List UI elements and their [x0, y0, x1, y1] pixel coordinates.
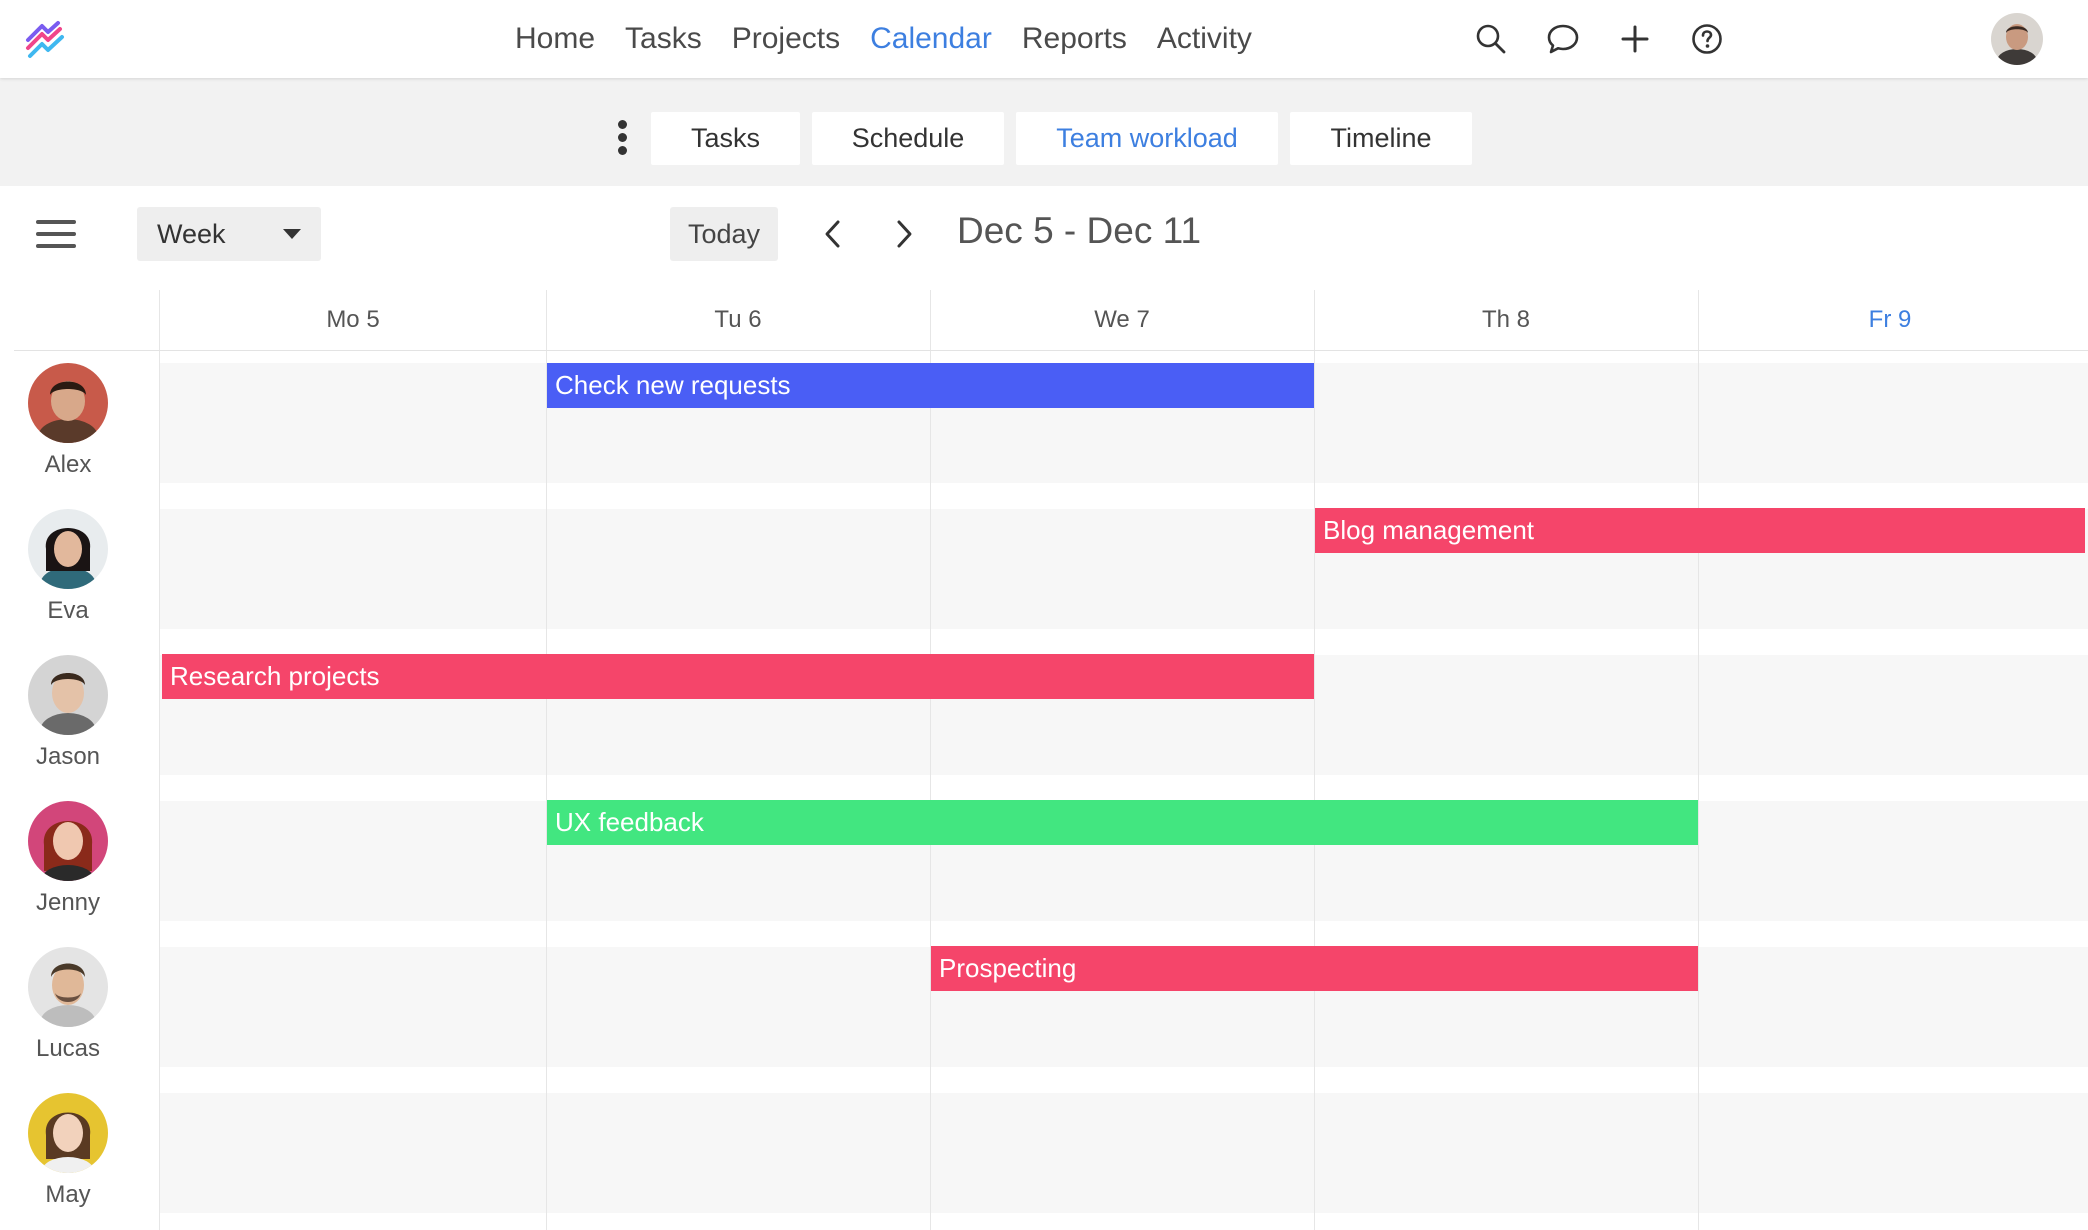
- person-alex[interactable]: Alex: [14, 363, 122, 479]
- workload-grid: Mo 5 Tu 6 We 7 Th 8 Fr 9 Alex Eva Jason …: [0, 290, 2088, 1230]
- person-jason[interactable]: Jason: [14, 655, 122, 771]
- task-bar-blog-management[interactable]: Blog management: [1315, 508, 2085, 553]
- nav-home[interactable]: Home: [500, 22, 610, 56]
- avatar: [28, 947, 108, 1027]
- search-icon[interactable]: [1470, 18, 1512, 60]
- menu-icon[interactable]: [36, 220, 76, 250]
- person-name: Jason: [35, 743, 101, 770]
- avatar: [28, 1093, 108, 1173]
- view-tabs: Tasks Schedule Team workload Timeline: [651, 112, 1472, 165]
- day-header-th: Th 8: [1481, 306, 1531, 333]
- user-avatar[interactable]: [1991, 13, 2043, 65]
- help-circle-icon[interactable]: [1686, 18, 1728, 60]
- today-button[interactable]: Today: [670, 207, 778, 261]
- avatar: [28, 363, 108, 443]
- nav-projects[interactable]: Projects: [717, 22, 855, 56]
- task-bar-ux-feedback[interactable]: UX feedback: [547, 800, 1698, 845]
- task-bar-check-new-requests[interactable]: Check new requests: [547, 363, 1314, 408]
- task-bar-prospecting[interactable]: Prospecting: [931, 946, 1698, 991]
- header-divider: [14, 350, 2088, 351]
- nav-calendar[interactable]: Calendar: [855, 22, 1007, 56]
- top-actions: [1470, 18, 1728, 60]
- top-navigation-bar: Home Tasks Projects Calendar Reports Act…: [0, 0, 2088, 78]
- person-jenny[interactable]: Jenny: [14, 801, 122, 917]
- tab-team-workload[interactable]: Team workload: [1016, 112, 1278, 165]
- person-name: Alex: [44, 451, 92, 478]
- day-header-mo: Mo 5: [326, 306, 380, 333]
- avatar: [28, 655, 108, 735]
- tab-tasks[interactable]: Tasks: [651, 112, 800, 165]
- nav-tasks[interactable]: Tasks: [610, 22, 717, 56]
- main-nav: Home Tasks Projects Calendar Reports Act…: [500, 0, 1267, 78]
- person-name: Lucas: [35, 1035, 101, 1062]
- column-divider: [159, 290, 160, 1230]
- tab-timeline[interactable]: Timeline: [1290, 112, 1472, 165]
- previous-week-icon[interactable]: [813, 214, 853, 254]
- day-header-fr: Fr 9: [1868, 306, 1912, 333]
- nav-activity[interactable]: Activity: [1142, 22, 1267, 56]
- person-may[interactable]: May: [14, 1093, 122, 1209]
- view-range-value: Week: [157, 218, 226, 249]
- avatar: [28, 509, 108, 589]
- day-header-tu: Tu 6: [714, 306, 762, 333]
- more-options-icon[interactable]: [610, 120, 634, 160]
- person-name: Jenny: [35, 889, 101, 916]
- view-range-select[interactable]: Week: [137, 207, 321, 261]
- person-name: Eva: [47, 597, 89, 624]
- person-name: May: [45, 1181, 91, 1208]
- day-header-we: We 7: [1094, 306, 1150, 333]
- app-logo-icon[interactable]: [24, 20, 66, 60]
- person-eva[interactable]: Eva: [14, 509, 122, 625]
- column-divider: [930, 290, 931, 1230]
- date-range-label: Dec 5 - Dec 11: [957, 210, 1202, 251]
- column-divider: [546, 290, 547, 1230]
- column-divider: [1698, 290, 1699, 1230]
- task-bar-research-projects[interactable]: Research projects: [162, 654, 1314, 699]
- column-divider: [1314, 290, 1315, 1230]
- avatar: [28, 801, 108, 881]
- nav-reports[interactable]: Reports: [1007, 22, 1142, 56]
- caret-down-icon: [283, 229, 301, 239]
- chat-bubble-icon[interactable]: [1542, 18, 1584, 60]
- tab-schedule[interactable]: Schedule: [812, 112, 1004, 165]
- person-lucas[interactable]: Lucas: [14, 947, 122, 1063]
- next-week-icon[interactable]: [884, 214, 924, 254]
- view-tabs-bar: Tasks Schedule Team workload Timeline: [0, 78, 2088, 186]
- plus-icon[interactable]: [1614, 18, 1656, 60]
- row-background: [160, 1093, 2088, 1213]
